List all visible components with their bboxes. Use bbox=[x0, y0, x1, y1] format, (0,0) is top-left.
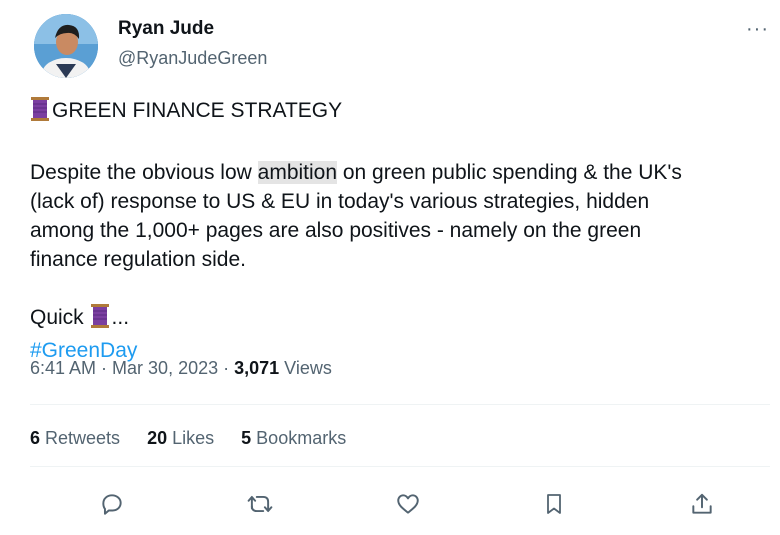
thread-spool-icon bbox=[30, 97, 50, 129]
separator: · bbox=[96, 358, 113, 378]
tweet-text-segment: on green public spending & the UK's bbox=[337, 161, 682, 184]
bookmarks-count: 5 bbox=[241, 428, 252, 448]
author-handle[interactable]: @RyanJudeGreen bbox=[118, 48, 267, 69]
retweets-stat[interactable]: 6 Retweets bbox=[30, 428, 120, 448]
tweet-stats: 6 Retweets 20 Likes 5 Bookmarks bbox=[30, 428, 368, 449]
tweet-card: Ryan Jude @RyanJudeGreen ··· GREEN FINAN… bbox=[8, 0, 772, 535]
tweet-time[interactable]: 6:41 AM bbox=[30, 358, 96, 378]
views-label: Views bbox=[279, 358, 332, 378]
separator: · bbox=[218, 358, 235, 378]
quick-text: Quick bbox=[30, 306, 84, 329]
avatar[interactable] bbox=[34, 14, 98, 78]
divider bbox=[30, 404, 770, 405]
bookmarks-label: Bookmarks bbox=[251, 428, 347, 448]
like-button[interactable] bbox=[386, 482, 430, 526]
avatar-photo bbox=[34, 14, 98, 78]
reply-button[interactable] bbox=[90, 482, 134, 526]
like-icon bbox=[397, 494, 419, 514]
likes-label: Likes bbox=[167, 428, 215, 448]
more-options-icon[interactable]: ··· bbox=[746, 18, 769, 41]
reply-icon bbox=[102, 494, 122, 515]
retweets-count: 6 bbox=[30, 428, 41, 448]
thread-spool-icon bbox=[90, 304, 110, 336]
tweet-text: GREEN FINANCE STRATEGY Despite the obvio… bbox=[30, 96, 770, 365]
share-button[interactable] bbox=[680, 482, 724, 526]
bookmark-icon bbox=[547, 494, 561, 514]
tweet-heading-line: GREEN FINANCE STRATEGY bbox=[30, 96, 770, 129]
bookmark-button[interactable] bbox=[532, 482, 576, 526]
ellipsis-text: ... bbox=[111, 306, 130, 329]
likes-count: 20 bbox=[147, 428, 168, 448]
tweet-para-line-4: finance regulation side. bbox=[30, 248, 246, 271]
tweet-quick-line: Quick ... bbox=[30, 303, 770, 336]
retweet-icon bbox=[247, 495, 273, 513]
retweets-label: Retweets bbox=[40, 428, 121, 448]
tweet-text-segment: Despite the obvious low bbox=[30, 161, 258, 184]
views-count: 3,071 bbox=[234, 358, 280, 378]
retweet-button[interactable] bbox=[238, 482, 282, 526]
bookmarks-stat[interactable]: 5 Bookmarks bbox=[241, 428, 346, 448]
author-name[interactable]: Ryan Jude bbox=[118, 18, 214, 40]
share-icon bbox=[692, 493, 712, 514]
tweet-actions bbox=[30, 482, 770, 526]
likes-stat[interactable]: 20 Likes bbox=[147, 428, 214, 448]
tweet-para-line-3: among the 1,000+ pages are also positive… bbox=[30, 219, 642, 242]
tweet-heading: GREEN FINANCE STRATEGY bbox=[52, 99, 343, 122]
tweet-meta: 6:41 AM · Mar 30, 2023 · 3,071 Views bbox=[30, 358, 332, 379]
tweet-date[interactable]: Mar 30, 2023 bbox=[112, 358, 218, 378]
highlighted-word: ambition bbox=[257, 161, 338, 184]
tweet-para-line-1: Despite the obvious low ambition on gree… bbox=[30, 158, 770, 187]
tweet-para-line-2: (lack of) response to US & EU in today's… bbox=[30, 190, 650, 213]
divider bbox=[30, 466, 770, 467]
